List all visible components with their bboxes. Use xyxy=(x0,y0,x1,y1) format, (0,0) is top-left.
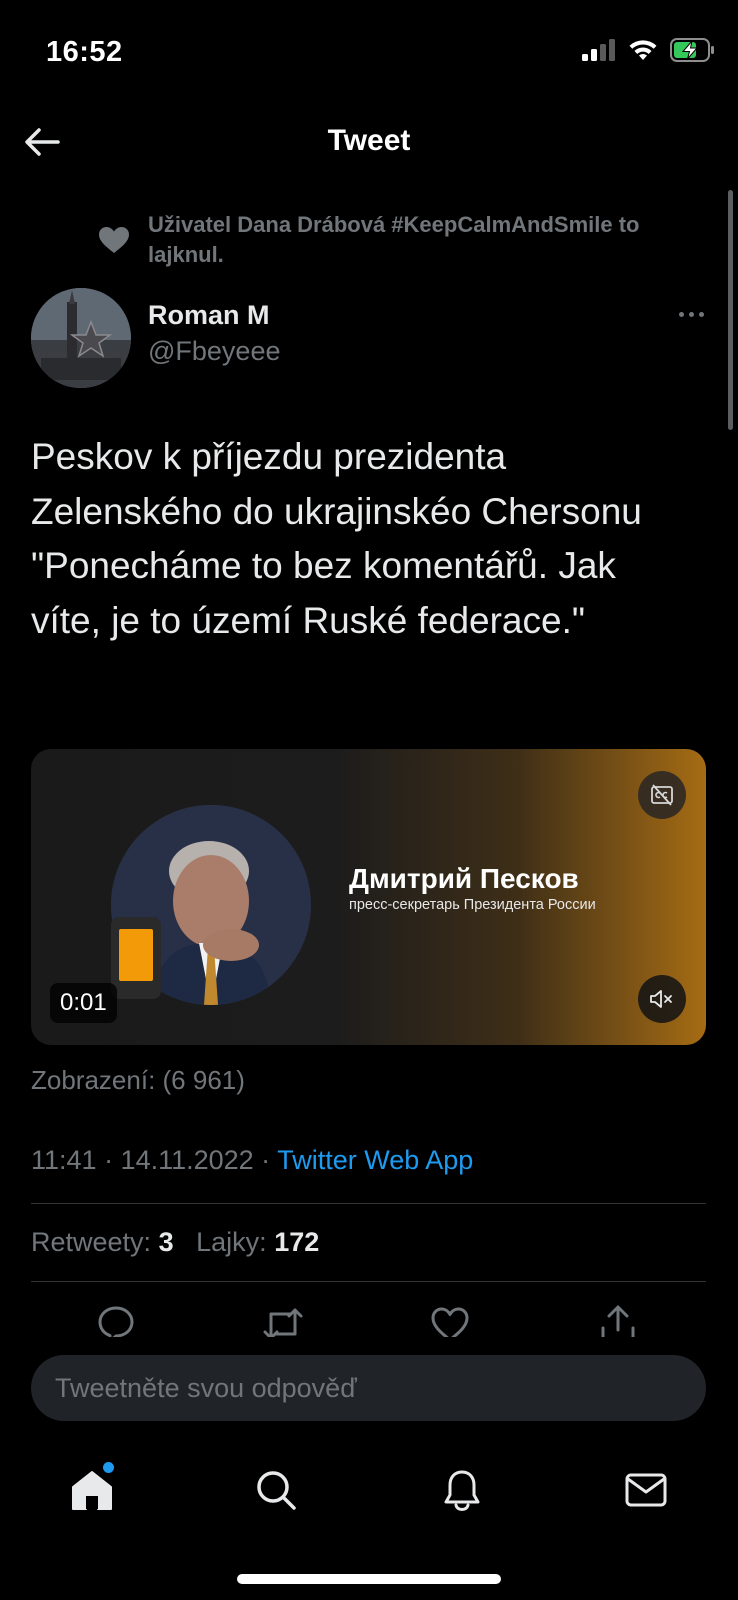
video-timecode: 0:01 xyxy=(50,983,117,1023)
like-button[interactable] xyxy=(428,1304,472,1338)
tweet-timestamp: 11:41 · 14.11.2022 · xyxy=(31,1145,278,1175)
tweet-stats: Retweety: 3 Lajky: 172 xyxy=(31,1227,319,1258)
more-horizontal-icon xyxy=(678,311,684,317)
messages-icon xyxy=(625,1473,667,1507)
retweet-icon xyxy=(263,1308,303,1338)
tab-messages[interactable] xyxy=(618,1462,674,1518)
reply-input[interactable] xyxy=(31,1355,706,1421)
tweet-source-link[interactable]: Twitter Web App xyxy=(277,1145,473,1175)
tab-search[interactable] xyxy=(248,1462,304,1518)
retweets-label[interactable]: Retweety: xyxy=(31,1227,151,1257)
search-icon xyxy=(257,1471,296,1510)
view-count[interactable]: Zobrazení: (6 961) xyxy=(31,1065,245,1096)
social-context: Uživatel Dana Drábová #KeepCalmAndSmile … xyxy=(98,210,698,270)
home-icon xyxy=(72,1471,112,1510)
retweets-count[interactable]: 3 xyxy=(159,1227,174,1257)
share-button[interactable] xyxy=(596,1304,640,1338)
likes-label[interactable]: Lajky: xyxy=(196,1227,267,1257)
heart-icon xyxy=(99,227,129,253)
video-overlay-name: Дмитрий Песков xyxy=(349,863,579,894)
battery-charging-icon xyxy=(670,38,714,62)
home-indicator xyxy=(237,1574,501,1584)
divider xyxy=(31,1203,706,1204)
status-time: 16:52 xyxy=(46,36,123,68)
phone-graphic xyxy=(111,917,161,999)
home-notification-dot xyxy=(103,1462,114,1473)
notifications-icon xyxy=(444,1470,480,1511)
tweet-video[interactable]: Дмитрий Песков пресс-секретарь Президент… xyxy=(31,749,706,1045)
more-options-button[interactable] xyxy=(671,304,711,324)
reply-button[interactable] xyxy=(94,1304,138,1338)
page-title: Tweet xyxy=(327,124,411,157)
author-handle[interactable]: @Fbeyeee xyxy=(148,336,280,367)
tweet-text: Peskov k příjezdu prezidenta Zelenského … xyxy=(31,436,642,641)
video-overlay-subtitle: пресс-секретарь Президента России xyxy=(349,897,596,913)
social-context-text[interactable]: Uživatel Dana Drábová #KeepCalmAndSmile … xyxy=(148,210,698,270)
reply-icon xyxy=(98,1306,134,1338)
tab-home[interactable] xyxy=(64,1462,120,1518)
wifi-icon xyxy=(629,40,657,60)
reply-composer xyxy=(0,1337,738,1433)
avatar[interactable] xyxy=(31,288,131,388)
divider xyxy=(31,1281,706,1282)
captions-button[interactable] xyxy=(638,771,686,819)
cellular-signal-icon xyxy=(582,39,615,61)
status-bar: 16:52 xyxy=(0,0,738,100)
closed-captions-icon xyxy=(651,784,673,806)
tweet-action-bar xyxy=(0,1296,738,1338)
mute-button[interactable] xyxy=(638,975,686,1023)
avatar-image xyxy=(31,288,131,388)
retweet-button[interactable] xyxy=(261,1304,305,1338)
bottom-tab-bar xyxy=(0,1440,738,1530)
share-icon xyxy=(601,1305,635,1338)
scrollbar[interactable] xyxy=(728,190,733,430)
volume-muted-icon xyxy=(650,990,672,1008)
top-navigation-bar: Tweet xyxy=(0,100,738,184)
author-name[interactable]: Roman M xyxy=(148,300,270,331)
tab-notifications[interactable] xyxy=(434,1462,490,1518)
like-icon xyxy=(431,1307,469,1338)
tweet-author: Roman M @Fbeyeee xyxy=(31,288,711,388)
tweet-meta: 11:41 · 14.11.2022 · Twitter Web App xyxy=(31,1145,473,1176)
status-icons xyxy=(582,38,716,62)
likes-count[interactable]: 172 xyxy=(274,1227,319,1257)
